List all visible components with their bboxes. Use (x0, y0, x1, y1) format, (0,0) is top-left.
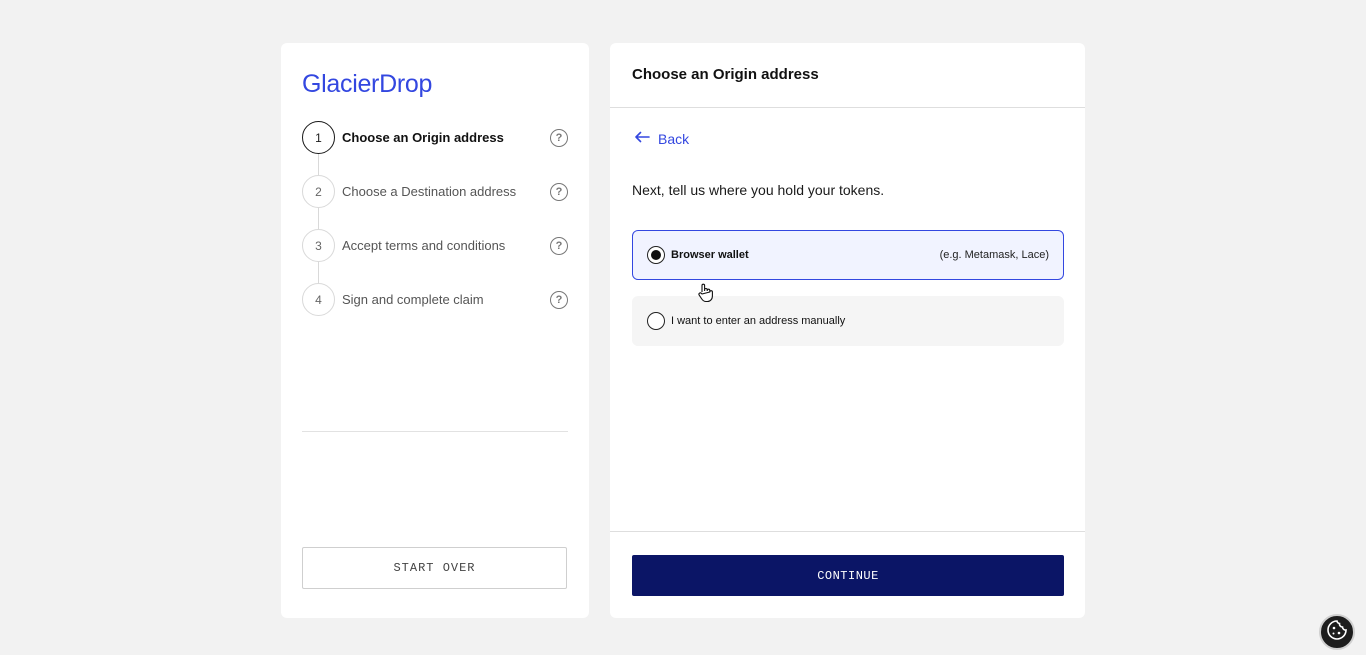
radio-dot (651, 250, 661, 260)
cookie-settings-button[interactable] (1319, 614, 1355, 650)
page: GlacierDrop 1 Choose an Origin address ?… (0, 0, 1366, 655)
step-3[interactable]: 3 Accept terms and conditions ? (302, 229, 568, 283)
option-label: Browser wallet (671, 249, 749, 261)
step-connector (318, 154, 319, 175)
step-label: Accept terms and conditions (342, 238, 506, 253)
step-number: 3 (302, 229, 335, 262)
origin-address-panel: Choose an Origin address Back Next, tell… (610, 43, 1085, 618)
arrow-left-icon (634, 130, 650, 148)
steps-panel: GlacierDrop 1 Choose an Origin address ?… (281, 43, 589, 618)
question-circle-icon[interactable]: ? (550, 183, 568, 201)
step-label: Choose a Destination address (342, 184, 517, 199)
step-label: Sign and complete claim (342, 292, 484, 307)
hand-cursor-icon (697, 283, 715, 303)
page-title: Choose an Origin address (632, 65, 819, 83)
prompt-text: Next, tell us where you hold your tokens… (632, 182, 885, 198)
cookie-icon (1326, 619, 1348, 646)
radio-selected[interactable] (647, 246, 665, 264)
option-browser-wallet[interactable]: Browser wallet (e.g. Metamask, Lace) (632, 230, 1064, 280)
divider (610, 531, 1085, 532)
continue-button[interactable]: CONTINUE (632, 555, 1064, 596)
step-connector (318, 208, 319, 229)
back-label: Back (658, 131, 690, 147)
panel-header: Choose an Origin address (610, 43, 1085, 108)
question-circle-icon[interactable]: ? (550, 291, 568, 309)
start-over-button[interactable]: START OVER (302, 547, 567, 589)
step-label: Choose an Origin address (342, 130, 504, 145)
option-label: I want to enter an address manually (671, 315, 846, 327)
question-circle-icon[interactable]: ? (550, 237, 568, 255)
radio-unselected[interactable] (647, 312, 665, 330)
back-link[interactable]: Back (634, 130, 689, 148)
step-4[interactable]: 4 Sign and complete claim ? (302, 283, 568, 337)
steps-list: 1 Choose an Origin address ? 2 Choose a … (302, 121, 568, 337)
option-manual-address[interactable]: I want to enter an address manually (632, 296, 1064, 346)
option-hint: (e.g. Metamask, Lace) (939, 249, 1049, 261)
step-number: 1 (302, 121, 335, 154)
step-number: 4 (302, 283, 335, 316)
step-1[interactable]: 1 Choose an Origin address ? (302, 121, 568, 175)
glacierdrop-logo[interactable]: GlacierDrop (302, 70, 432, 99)
step-number: 2 (302, 175, 335, 208)
step-connector (318, 262, 319, 283)
divider (302, 431, 568, 432)
step-2[interactable]: 2 Choose a Destination address ? (302, 175, 568, 229)
question-circle-icon[interactable]: ? (550, 129, 568, 147)
